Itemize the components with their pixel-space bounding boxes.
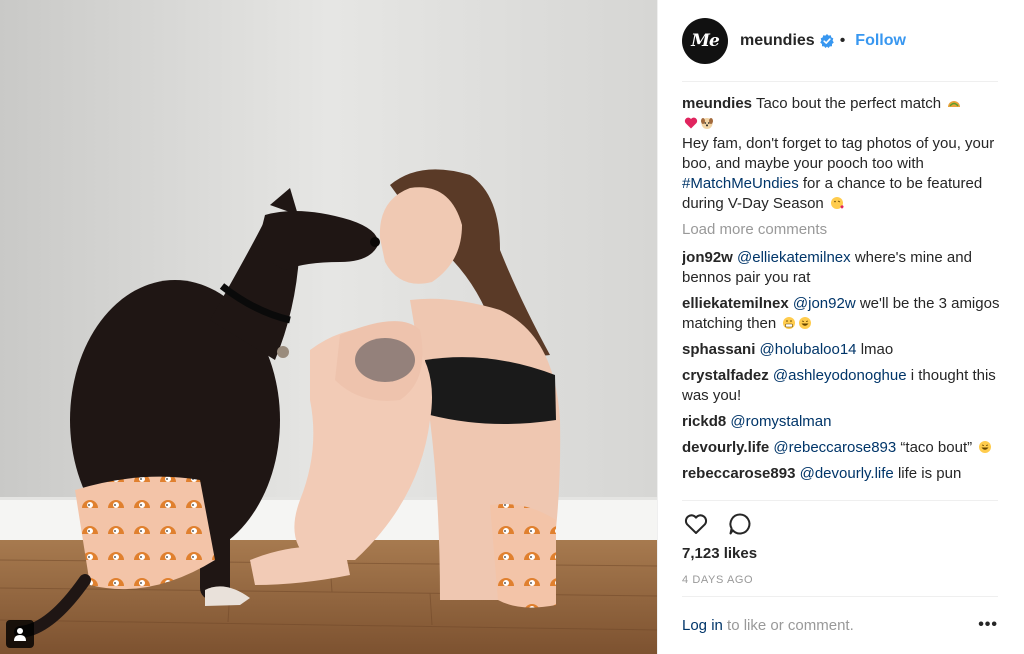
caption-line2a: Hey fam, don't forget to tag photos of y…: [682, 135, 995, 172]
comment-mention[interactable]: @elliekatemilnex: [737, 249, 851, 266]
post-photo[interactable]: [0, 0, 657, 654]
comment-mention[interactable]: @rebeccarose893: [773, 439, 896, 456]
dog-emoji-icon: [700, 116, 714, 130]
comment-username[interactable]: rebeccarose893: [682, 465, 795, 482]
taco-emoji-icon: [947, 96, 961, 110]
comment-item: jon92w @elliekatemilnex where's mine and…: [682, 248, 1002, 288]
caption-username[interactable]: meundies: [682, 95, 752, 112]
comment-text: “taco bout”: [900, 439, 973, 456]
user-tag-icon: [14, 628, 26, 641]
actions-divider: [682, 500, 998, 501]
header-username[interactable]: meundies: [740, 32, 815, 50]
action-bar: [682, 508, 754, 540]
post-caption: meundies Taco bout the perfect match Hey…: [682, 94, 1002, 214]
comment-item: sphassani @holubaloo14 lmao: [682, 340, 1002, 360]
footer-divider: [682, 596, 998, 597]
comment-mention[interactable]: @romystalman: [730, 413, 831, 430]
comment-item: rickd8 @romystalman: [682, 412, 1002, 432]
login-prompt-text: to like or comment.: [727, 617, 854, 634]
header-divider: [682, 81, 998, 82]
comment-mention[interactable]: @jon92w: [793, 295, 856, 312]
comment-mention[interactable]: @devourly.life: [800, 465, 894, 482]
kiss-emoji-icon: [830, 196, 844, 210]
post-header: Me meundies • Follow: [658, 0, 1024, 82]
comment-username[interactable]: sphassani: [682, 341, 755, 358]
login-prompt: Log in to like or comment.: [682, 617, 854, 634]
comment-text: life is pun: [897, 465, 962, 482]
comment-username[interactable]: rickd8: [682, 413, 726, 430]
comment-icon[interactable]: [726, 510, 754, 538]
avatar-logo-text: Me: [691, 31, 720, 51]
heart-emoji-icon: [684, 116, 698, 130]
header-separator: •: [839, 32, 846, 49]
heart-icon[interactable]: [682, 510, 710, 538]
comment-item: devourly.life @rebeccarose893 “taco bout…: [682, 438, 1002, 458]
avatar[interactable]: Me: [682, 18, 728, 64]
comment-username[interactable]: crystalfadez: [682, 367, 769, 384]
follow-button[interactable]: Follow: [855, 32, 906, 50]
laugh-emoji-icon: [978, 440, 992, 454]
comment-text: lmao: [860, 341, 894, 358]
user-tag-badge[interactable]: [6, 620, 34, 648]
post-timestamp[interactable]: 4 DAYS AGO: [682, 574, 753, 586]
post-side-panel: Me meundies • Follow meundies Taco bout …: [657, 0, 1024, 654]
verified-badge-icon: [819, 34, 834, 48]
comment-mention[interactable]: @holubaloo14: [760, 341, 857, 358]
comment-username[interactable]: jon92w: [682, 249, 733, 266]
photo-illustration: [0, 0, 657, 654]
caption-hashtag[interactable]: #MatchMeUndies: [682, 175, 799, 192]
comment-username[interactable]: devourly.life: [682, 439, 769, 456]
comment-item: crystalfadez @ashleyodonoghue i thought …: [682, 366, 1002, 406]
grimace-emoji-icon: [782, 316, 796, 330]
comment-username[interactable]: elliekatemilnex: [682, 295, 789, 312]
laugh-emoji-icon: [798, 316, 812, 330]
comments-list[interactable]: meundies Taco bout the perfect match Hey…: [682, 94, 1002, 500]
comment-item: elliekatemilnex @jon92w we'll be the 3 a…: [682, 294, 1002, 334]
likes-count[interactable]: 7,123 likes: [682, 545, 757, 562]
comment-item: rebeccarose893 @devourly.life life is pu…: [682, 464, 1002, 484]
log-in-link[interactable]: Log in: [682, 617, 723, 634]
more-options-button[interactable]: •••: [978, 616, 998, 634]
load-more-comments-button[interactable]: Load more comments: [682, 220, 1002, 240]
comment-mention[interactable]: @ashleyodonoghue: [773, 367, 907, 384]
caption-line1: Taco bout the perfect match: [755, 95, 942, 112]
